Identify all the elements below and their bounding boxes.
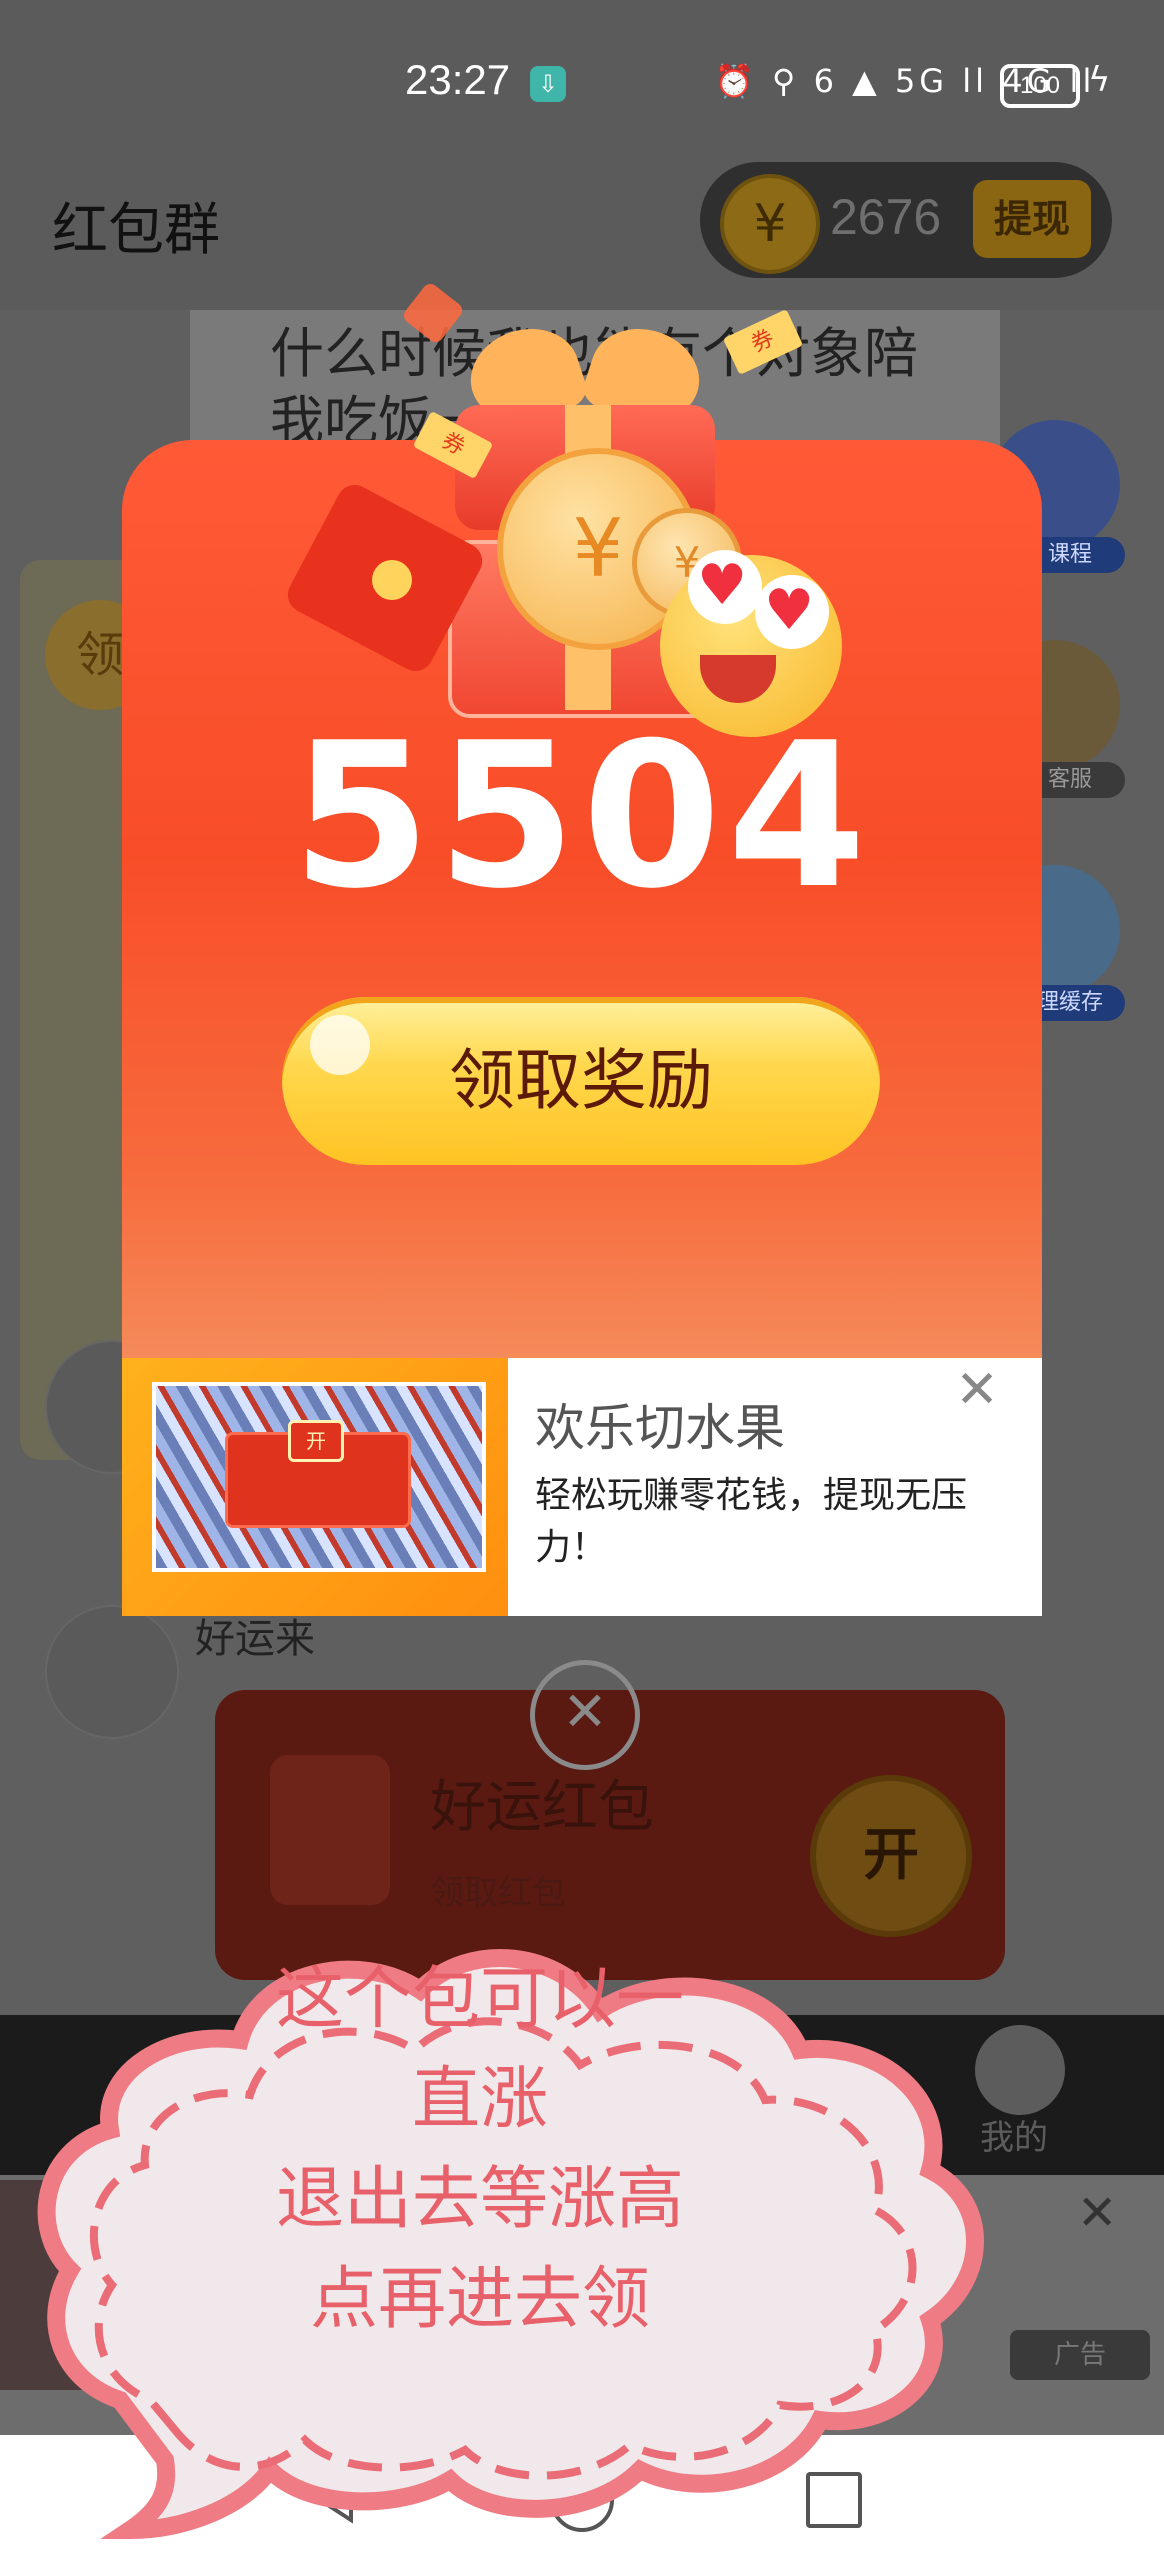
sticker-line: 退出去等涨高 [275,2160,684,2239]
status-bar: 23:27 ⇩ ⏰ ⚲ 6 ▲ 5G ll 4G ll 100 ϟ [0,0,1164,150]
withdraw-button[interactable]: 提现 [973,180,1091,258]
status-time: 23:27 [405,56,511,103]
battery-icon: 100 [1000,64,1080,108]
ad-description[interactable]: 轻松玩赚零花钱，提现无压力！ [535,1470,1015,1574]
ad-close-icon[interactable]: ✕ [952,1360,1002,1420]
claim-reward-button[interactable]: 领取奖励 [282,997,880,1165]
coin-count: 2676 [830,189,942,245]
sticker-text: 这个包可以一 直涨 退出去等涨高 点再进去领 [150,1950,810,2350]
sticker-line: 点再进去领 [309,2260,650,2339]
ad-thumbnail-badge: 开 [288,1420,344,1462]
page-title: 红包群 [52,198,220,263]
reward-amount: 5504 [291,700,873,933]
coin-icon: ¥ [720,174,820,274]
sticker-line: 这个包可以一 [275,1960,684,2039]
heart-icon: ♥ [697,553,748,618]
button-shine [310,1015,370,1075]
charging-icon: ϟ [1088,60,1111,100]
ad-title[interactable]: 欢乐切水果 [535,1388,785,1460]
envelope-clasp-icon [372,560,412,600]
heart-icon: ♥ [764,578,815,643]
download-icon: ⇩ [530,66,566,102]
sticker-line: 直涨 [411,2060,548,2139]
